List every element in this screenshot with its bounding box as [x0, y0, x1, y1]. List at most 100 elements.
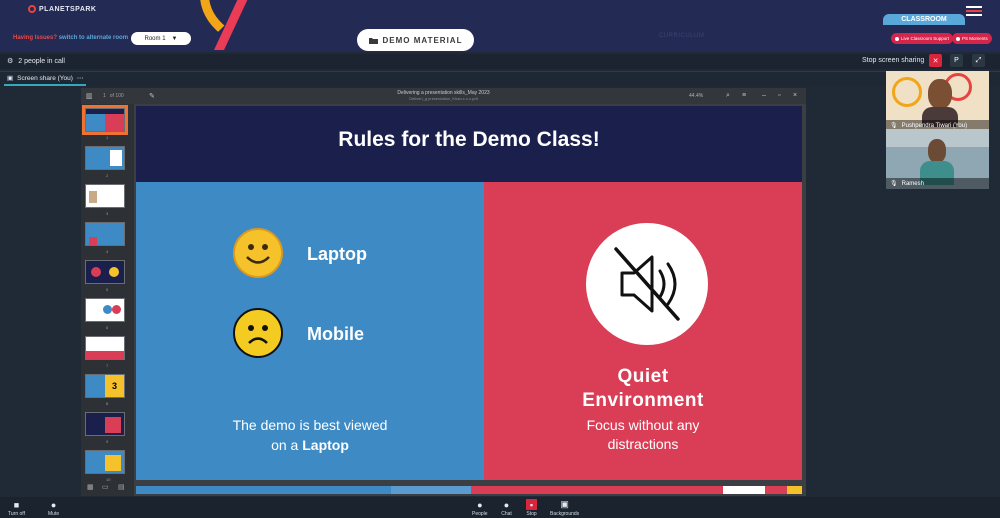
- turn-off-label: Turn off: [8, 511, 25, 517]
- backgrounds-icon: ▣: [560, 499, 569, 509]
- grid-view-icon[interactable]: ▦: [87, 483, 94, 491]
- screen-share-tab[interactable]: ▣ Screen share (You) ⋯: [4, 72, 87, 86]
- mobile-label: Mobile: [307, 324, 364, 344]
- slide-title: Rules for the Demo Class!: [338, 128, 600, 151]
- stop-sharing-text[interactable]: Stop screen sharing: [862, 57, 924, 64]
- stop-label: Stop: [526, 511, 537, 517]
- outline-view-icon[interactable]: ▤: [118, 483, 125, 491]
- stop-share-icon: ▪: [526, 499, 537, 510]
- thumbnail-number: 3: [106, 211, 109, 216]
- ps-moments-label: PS Moments: [962, 36, 988, 41]
- more-options-icon[interactable]: ⋯: [77, 74, 84, 82]
- thumbnail-page-1[interactable]: 1: [82, 105, 128, 140]
- fullscreen-icon[interactable]: ⤢: [972, 54, 985, 67]
- live-support-button[interactable]: Live Classroom Support: [891, 33, 954, 44]
- people-button[interactable]: ● People: [472, 499, 488, 518]
- video-camera-icon: ■: [13, 499, 20, 510]
- folder-icon: [368, 37, 378, 44]
- list-view-icon[interactable]: ▭: [102, 483, 109, 491]
- thumbnail-number: 2: [106, 173, 109, 178]
- thumbnail-page-7[interactable]: 7: [85, 336, 125, 368]
- pdf-toolbar: ▥ 1 of 100 ✎ Delivering a presentation s…: [81, 88, 806, 104]
- avatar: [928, 139, 946, 163]
- people-in-call: ⚙ 2 people in call: [7, 57, 65, 66]
- thumbnail-page-4[interactable]: 4: [85, 222, 125, 254]
- mute-button[interactable]: ● Mute: [48, 499, 60, 518]
- brand-logo[interactable]: PLANETSPARK: [28, 5, 96, 13]
- thumbnail-number: 5: [106, 287, 109, 292]
- demo-material-button[interactable]: DEMO MATERIAL: [357, 29, 474, 51]
- thumbnail-page-3[interactable]: 3: [85, 184, 125, 216]
- caption-line-1: The demo is best viewed: [232, 417, 388, 433]
- thumbnail-page-8[interactable]: 3 8: [85, 374, 125, 406]
- people-count: 2 people in call: [18, 57, 65, 65]
- alternate-room-link[interactable]: switch to alternate room: [59, 35, 128, 41]
- caption-line-2: on a: [271, 437, 303, 453]
- pdf-viewer: ▥ 1 of 100 ✎ Delivering a presentation s…: [81, 88, 806, 496]
- avatar: [928, 79, 952, 109]
- maximize-icon[interactable]: ▫: [778, 92, 780, 99]
- focus-line-2: distractions: [607, 436, 679, 452]
- thumbnail-number: 1: [106, 135, 109, 140]
- laptop-label: Laptop: [307, 244, 367, 264]
- thumbnail-number: 7: [106, 363, 109, 368]
- backgrounds-label: Backgrounds: [550, 511, 580, 517]
- focus-line-1: Focus without any: [586, 417, 700, 433]
- search-icon[interactable]: ⌕: [726, 92, 730, 100]
- curriculum-tab[interactable]: CURRICULUM: [659, 33, 704, 39]
- zoom-level[interactable]: 44.4%: [689, 93, 703, 99]
- gear-icon[interactable]: ⚙: [7, 57, 13, 65]
- caption-laptop-bold: Laptop: [302, 437, 349, 453]
- close-icon[interactable]: ×: [793, 92, 797, 99]
- menu-icon[interactable]: ≡: [742, 92, 746, 99]
- presentation-slide: Rules for the Demo Class! Laptop Mobile …: [136, 106, 802, 480]
- smiley-face-icon: [233, 228, 283, 278]
- app-root: PLANETSPARK CLASSROOM Having Issues? swi…: [0, 0, 1000, 518]
- quiet-line-2: Environment: [582, 390, 704, 411]
- thumbnail-page-9[interactable]: 9: [85, 412, 125, 444]
- focus-caption: Focus without any distractions: [484, 416, 802, 454]
- call-bar: ⚙ 2 people in call Stop screen sharing ✕…: [0, 54, 1000, 69]
- thumbnail-page-2[interactable]: 2: [85, 146, 125, 178]
- quiet-line-1: Quiet: [617, 366, 669, 387]
- chevron-down-icon: ▼: [171, 35, 178, 42]
- room-select[interactable]: Room 1 ▼: [131, 32, 191, 45]
- thumbnail-footer: ▦ ▭ ▤: [81, 480, 134, 496]
- issues-text: Having Issues?: [13, 35, 58, 41]
- device-panel: Laptop Mobile The demo is best viewed on…: [136, 182, 484, 480]
- camera-icon: [956, 36, 960, 41]
- demo-material-label: DEMO MATERIAL: [382, 35, 463, 45]
- room-select-value: Room 1: [144, 35, 166, 42]
- people-icon: ●: [477, 499, 483, 510]
- participant-tile-self[interactable]: 🎙 Pushpendra Tiwari (You): [886, 71, 989, 131]
- screen-icon: ▣: [7, 75, 14, 82]
- screen-share-label: Screen share (You): [17, 74, 73, 82]
- thumbnail-page-5[interactable]: 5: [85, 260, 125, 292]
- classroom-tab[interactable]: CLASSROOM: [883, 14, 965, 25]
- thumbnail-page-6[interactable]: 6: [85, 298, 125, 330]
- thumbnail-number: 9: [106, 439, 109, 444]
- participant-tile-ramesh[interactable]: 🎙 Ramesh: [886, 129, 989, 189]
- stop-share-button[interactable]: ▪ Stop: [526, 499, 537, 517]
- participant-name: Ramesh: [901, 180, 924, 187]
- support-icon: [895, 36, 899, 41]
- participant-name-bar: 🎙 Ramesh: [886, 178, 989, 189]
- minimize-icon[interactable]: –: [762, 92, 766, 99]
- chat-button[interactable]: ● Chat: [501, 499, 512, 518]
- mute-label: Mute: [48, 511, 60, 517]
- microphone-icon: 🎙: [890, 123, 898, 129]
- microphone-icon: ●: [50, 499, 57, 510]
- hamburger-menu-icon[interactable]: [966, 6, 982, 18]
- stop-sharing-button[interactable]: ✕: [929, 54, 942, 67]
- microphone-icon: 🎙: [890, 181, 898, 187]
- ps-moments-button[interactable]: PS Moments: [952, 33, 992, 44]
- mute-speaker-icon: [586, 223, 708, 345]
- backgrounds-button[interactable]: ▣ Backgrounds: [550, 499, 579, 517]
- presenter-button[interactable]: P: [950, 54, 963, 67]
- thumbnail-page-10[interactable]: 10: [85, 450, 125, 482]
- call-toolbar: ■ Turn off ● Mute ● People ● Chat ▪ Stop…: [0, 497, 1000, 518]
- planet-icon: [28, 5, 36, 13]
- chat-label: Chat: [501, 511, 512, 517]
- camera-toggle-button[interactable]: ■ Turn off: [8, 499, 25, 518]
- thumbnail-number: 6: [106, 325, 109, 330]
